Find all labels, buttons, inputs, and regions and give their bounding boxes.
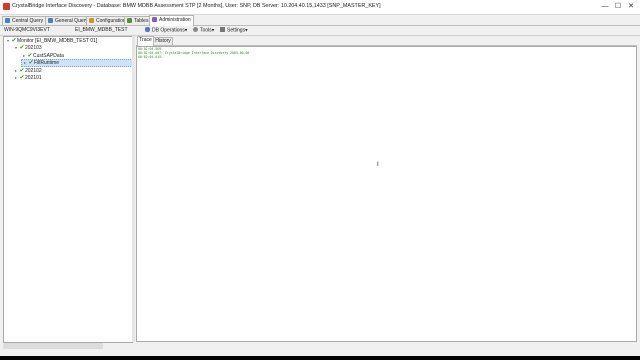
tree-node-202102[interactable]: ▸ ✔202102 (13, 67, 42, 74)
monitor-tree: ▾ ✔Monitor [EI_BMW_MDBB_TEST 01] ▾ ✔202103… (3, 36, 133, 343)
menu-label: Tools (200, 27, 212, 34)
title-bar: CrystalBridge Interface Discovery - Data… (0, 0, 640, 15)
trace-log[interactable]: 00:02:04.569: 00:02:04.607: CrystalBridg… (136, 46, 637, 342)
tab-history[interactable]: History (153, 37, 173, 45)
gear-icon (193, 27, 198, 32)
connection-bar: WIN-9QMC9VI3EVT EI_BMW_MDBB_TEST DB Oper… (0, 26, 640, 36)
database-name: EI_BMW_MDBB_TEST (75, 27, 128, 33)
text-cursor-icon: I (377, 161, 379, 168)
tab-label: General Query (55, 18, 88, 24)
wrench-icon (220, 27, 225, 32)
tab-label: Configuration (96, 18, 126, 24)
app-logo-icon (3, 3, 10, 10)
status-bar (0, 350, 640, 356)
tab-tables[interactable]: Tables (124, 16, 151, 25)
settings-menu[interactable]: Settings▾ (220, 27, 248, 35)
tree-node-label: FillRuntime (34, 60, 60, 66)
table-icon (127, 17, 132, 23)
tab-administration[interactable]: Administration (149, 15, 194, 26)
horizontal-scrollbar[interactable] (3, 343, 103, 349)
chevron-down-icon: ▾ (184, 27, 188, 34)
db-icon (145, 27, 150, 32)
tab-configuration[interactable]: Configuration (86, 16, 126, 25)
admin-icon (152, 16, 157, 22)
tree-node-label: 202103 (25, 45, 42, 51)
chevron-down-icon: ▾ (211, 27, 215, 34)
menu-label: DB Operations (152, 27, 185, 34)
window-title: CrystalBridge Interface Discovery - Data… (12, 3, 381, 9)
panel-splitter[interactable] (132, 36, 135, 342)
db-operations-menu[interactable]: DB Operations▾ (145, 27, 187, 35)
server-name: WIN-9QMC9VI3EVT (4, 27, 50, 33)
tab-trace[interactable]: Trace (137, 36, 154, 46)
tree-node-label: 202101 (25, 75, 42, 81)
config-icon (89, 17, 94, 23)
tab-general-query[interactable]: General Query (45, 16, 88, 25)
trace-line: 00:02:04.615: (138, 55, 163, 59)
close-button[interactable]: ✕ (624, 1, 638, 12)
app-window: CrystalBridge Interface Discovery - Data… (0, 0, 640, 356)
maximize-button[interactable]: ☐ (611, 1, 625, 12)
minimize-button[interactable]: — (598, 1, 612, 12)
tree-node-custsapdata[interactable]: ▸ ✔CustSAPData (21, 52, 64, 59)
chevron-down-icon: ▾ (245, 27, 248, 34)
tab-label: Administration (159, 17, 191, 23)
tools-menu[interactable]: Tools▾ (193, 27, 214, 35)
query-icon (5, 17, 10, 23)
query-icon (48, 17, 53, 23)
tree-node-202103[interactable]: ▾ ✔202103 (13, 44, 42, 51)
output-tabbar: Trace History (136, 36, 637, 46)
menu-label: Settings (227, 27, 246, 34)
tree-node-fillruntime[interactable]: ▸ ✔FillRuntime (21, 59, 133, 67)
tree-node-202101[interactable]: ▸ ✔202101 (13, 74, 42, 81)
tab-label: Tables (134, 18, 149, 24)
main-tabbar: Central Query General Query Configuratio… (0, 15, 640, 26)
tab-label: Central Query (12, 18, 44, 24)
tab-central-query[interactable]: Central Query (2, 16, 46, 25)
tree-node-monitor[interactable]: ▾ ✔Monitor [EI_BMW_MDBB_TEST 01] (5, 37, 97, 44)
